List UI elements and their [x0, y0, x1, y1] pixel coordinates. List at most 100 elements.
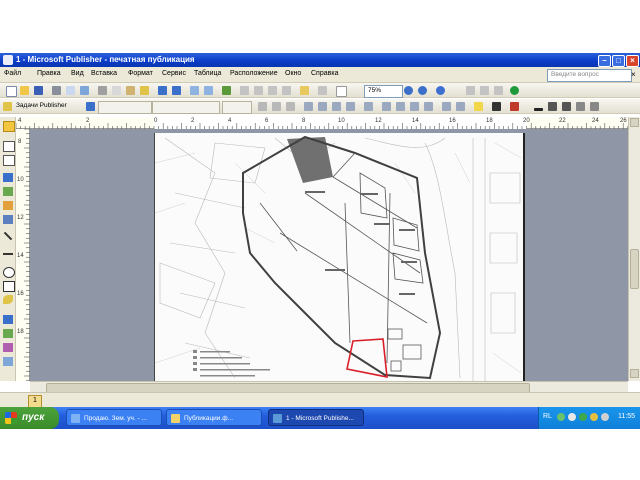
menu-format[interactable]: Формат: [128, 70, 153, 77]
decrease-indent-icon[interactable]: [410, 102, 419, 111]
scroll-up-button[interactable]: [630, 118, 639, 127]
send-backward-icon[interactable]: [204, 86, 213, 95]
autoshapes-tool-icon[interactable]: [3, 295, 13, 304]
safely-remove-icon[interactable]: [601, 413, 609, 421]
camera-tool-icon[interactable]: [3, 215, 13, 224]
dash-style-icon[interactable]: [480, 86, 489, 95]
publisher-app-icon[interactable]: [3, 55, 13, 65]
arrow-style-icon[interactable]: [494, 86, 503, 95]
bring-forward-icon[interactable]: [190, 86, 199, 95]
columns-icon[interactable]: [240, 86, 249, 95]
text-box-tool-icon[interactable]: [3, 141, 15, 152]
font-size-select[interactable]: [222, 101, 252, 114]
print-preview-icon[interactable]: [66, 86, 75, 95]
menu-insert[interactable]: Вставка: [91, 70, 117, 77]
print-icon[interactable]: [52, 86, 61, 95]
text-wrap-icon[interactable]: [282, 86, 291, 95]
picture-tool-icon[interactable]: [3, 187, 13, 196]
shadow-icon[interactable]: [576, 102, 585, 111]
menu-view[interactable]: Вид: [71, 70, 84, 77]
html-fragment-tool-icon[interactable]: [3, 343, 13, 352]
maximize-button[interactable]: □: [612, 55, 625, 67]
line-weight-icon[interactable]: [534, 108, 543, 111]
italic-icon[interactable]: [272, 102, 281, 111]
numbering-icon[interactable]: [382, 102, 391, 111]
dash-icon[interactable]: [548, 102, 557, 111]
horizontal-scrollbar[interactable]: [30, 381, 628, 393]
menu-table[interactable]: Таблица: [194, 70, 221, 77]
vertical-scrollbar[interactable]: [628, 117, 640, 381]
line-tool-icon[interactable]: [3, 231, 13, 241]
underline-icon[interactable]: [286, 102, 295, 111]
font-color-icon[interactable]: [510, 102, 519, 111]
zoom-out-icon[interactable]: [404, 86, 413, 95]
notification-icon[interactable]: [590, 413, 598, 421]
publication-canvas[interactable]: [30, 129, 628, 381]
language-indicator[interactable]: RL: [543, 413, 552, 420]
design-gallery-tool-icon[interactable]: [3, 357, 13, 366]
paste-icon[interactable]: [126, 86, 135, 95]
help-question-input[interactable]: Введите вопрос: [547, 69, 632, 82]
style-icon[interactable]: [86, 102, 95, 111]
spelling-icon[interactable]: [80, 86, 89, 95]
vertical-ruler[interactable]: 8 10 12 14 16 18: [16, 129, 30, 381]
taskbar-item[interactable]: Публикации.ф...: [166, 409, 262, 426]
group-icon[interactable]: [268, 86, 277, 95]
redo-icon[interactable]: [172, 86, 181, 95]
copy-icon[interactable]: [112, 86, 121, 95]
volume-icon[interactable]: [568, 413, 576, 421]
align-right-icon[interactable]: [332, 102, 341, 111]
font-size-decrease-icon[interactable]: [442, 102, 451, 111]
zoom-in-icon[interactable]: [418, 86, 427, 95]
arrow-tool-icon[interactable]: [3, 253, 13, 255]
rectangle-tool-icon[interactable]: [3, 281, 15, 292]
special-characters-icon[interactable]: [318, 86, 327, 95]
menu-file[interactable]: Файл: [4, 70, 21, 77]
wordart-tool-icon[interactable]: [3, 173, 13, 182]
clip-art-tool-icon[interactable]: [3, 201, 13, 210]
undo-icon[interactable]: [158, 86, 167, 95]
line-style-icon[interactable]: [466, 86, 475, 95]
cut-icon[interactable]: [98, 86, 107, 95]
arrow-icon[interactable]: [562, 102, 571, 111]
menu-help[interactable]: Справка: [311, 70, 338, 77]
format-painter-icon[interactable]: [140, 86, 149, 95]
zoom-select[interactable]: 75%: [364, 85, 403, 98]
bold-icon[interactable]: [258, 102, 267, 111]
new-icon[interactable]: [6, 86, 17, 97]
select-tool-icon[interactable]: [3, 121, 15, 132]
insert-hyperlink-icon[interactable]: [222, 86, 231, 95]
align-left-icon[interactable]: [304, 102, 313, 111]
menu-tools[interactable]: Сервис: [162, 70, 186, 77]
form-control-tool-icon[interactable]: [3, 329, 13, 338]
oval-tool-icon[interactable]: [3, 267, 15, 278]
pilcrow-icon[interactable]: [336, 86, 347, 97]
taskbar-item-active[interactable]: 1 - Microsoft Publishe...: [268, 409, 364, 426]
increase-indent-icon[interactable]: [424, 102, 433, 111]
align-center-icon[interactable]: [318, 102, 327, 111]
justify-icon[interactable]: [346, 102, 355, 111]
close-button[interactable]: ×: [626, 55, 639, 67]
start-button[interactable]: пуск: [0, 407, 59, 429]
hotspot-tool-icon[interactable]: [3, 315, 13, 324]
task-pane-icon[interactable]: [3, 102, 12, 111]
line-spacing-icon[interactable]: [364, 102, 373, 111]
3d-icon[interactable]: [590, 102, 599, 111]
task-pane-toggle[interactable]: Задачи Publisher: [16, 102, 67, 109]
minimize-button[interactable]: –: [598, 55, 611, 67]
font-select[interactable]: [152, 101, 220, 114]
table-icon[interactable]: [254, 86, 263, 95]
bullets-icon[interactable]: [396, 102, 405, 111]
menu-edit[interactable]: Правка: [37, 70, 61, 77]
publication-page[interactable]: [154, 133, 525, 381]
graphics-manager-icon[interactable]: [300, 86, 309, 95]
site-plan-image[interactable]: [155, 133, 523, 381]
options-icon[interactable]: [510, 86, 519, 95]
menu-window[interactable]: Окно: [285, 70, 301, 77]
table-tool-icon[interactable]: [3, 155, 15, 166]
fill-color-icon[interactable]: [474, 102, 483, 111]
horizontal-ruler[interactable]: 4 2 0 2 4 6 8 10 12 14 16 18 20 22 24 26: [16, 117, 640, 129]
open-icon[interactable]: [20, 86, 29, 95]
font-size-increase-icon[interactable]: [456, 102, 465, 111]
line-color-icon[interactable]: [492, 102, 501, 111]
